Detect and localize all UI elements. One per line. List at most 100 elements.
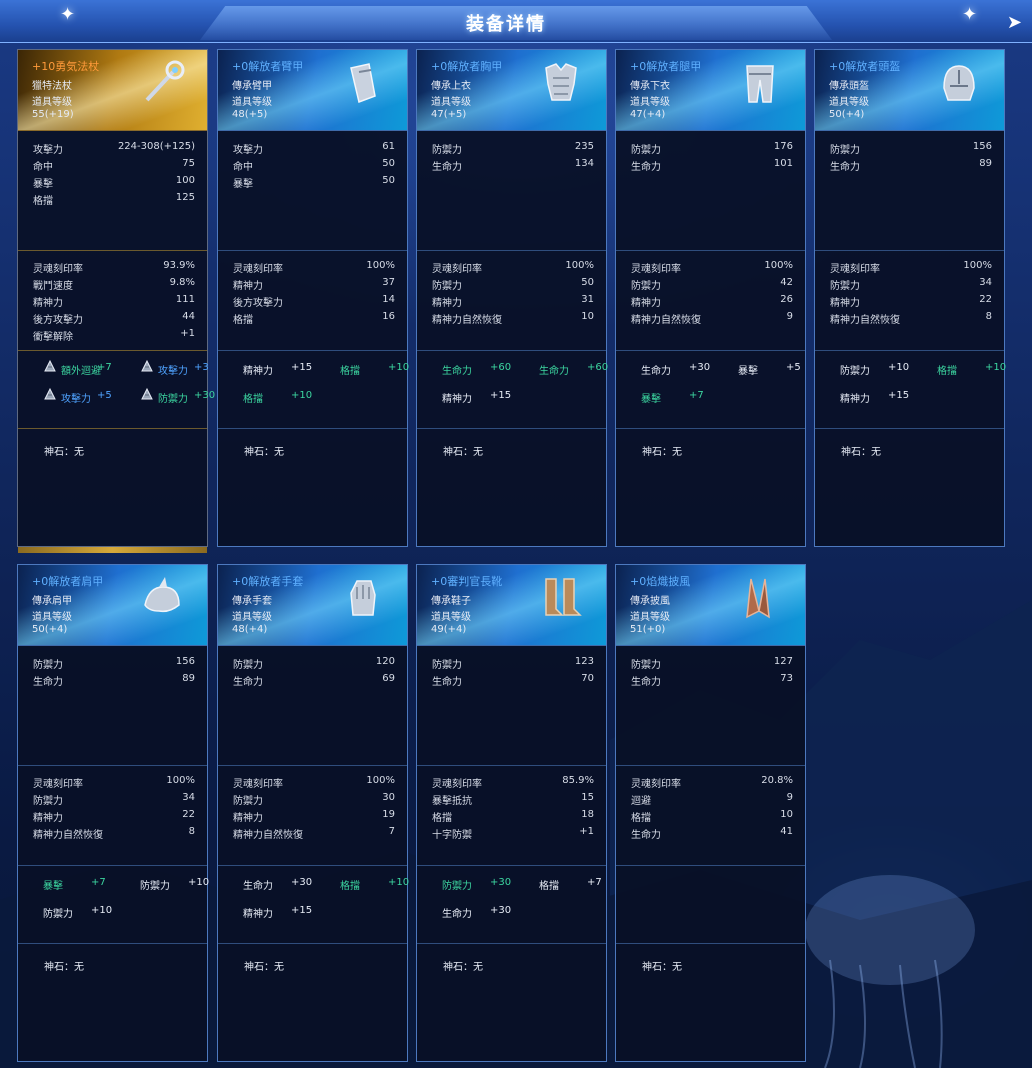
stat-value: 176 — [773, 141, 793, 152]
extra-stat-name: 格擋 — [340, 881, 360, 892]
stat-value: 34 — [979, 277, 992, 288]
base-stats: 攻擊力 224-308(+125) 命中 75 暴擊 100 格擋 125 — [18, 131, 207, 251]
stat-row: 生命力 89 — [815, 158, 1004, 175]
item-card[interactable]: +0解放者腿甲 傳承下衣 道具等级 47(+4) 防禦力 176 生命力 101 灵魂刻印率 10… — [615, 49, 806, 547]
leg-armor-icon — [737, 60, 783, 106]
soul-imprint-stats: 灵魂刻印率 100% 防禦力 50 精神力 31 精神力自然恢復 10 — [417, 251, 606, 351]
item-level: 50(+4) — [32, 624, 68, 635]
stat-value: 101 — [773, 158, 793, 169]
extra-stats: 暴擊 +7 防禦力 +10 防禦力 +10 — [18, 866, 210, 944]
item-card[interactable]: +10勇気法杖 獵特法杖 道具等级 55(+19) 攻擊力 224-308(+125) 命中… — [17, 49, 215, 553]
item-level: 51(+0) — [630, 624, 666, 635]
stat-value: 50 — [382, 158, 395, 169]
stat-value: 10 — [581, 311, 594, 322]
stat-name: 精神力自然恢復 — [631, 315, 701, 326]
item-card[interactable]: +0解放者肩甲 傳承肩甲 道具等级 50(+4) 防禦力 156 生命力 89 灵魂刻印率 100… — [17, 564, 210, 1062]
extra-stat-name: 精神力 — [243, 366, 273, 377]
extra-stat-bonus: +3 — [194, 362, 209, 373]
extra-stat-bonus: +15 — [291, 905, 313, 916]
extra-stat-name: 生命力 — [442, 366, 472, 377]
extra-stat-name: 格擋 — [937, 366, 957, 377]
item-name: +0焰熾披風 — [630, 575, 691, 588]
extra-stats: 精神力 +15 格擋 +10 格擋 +10 — [218, 351, 409, 429]
close-icon[interactable]: ➤ — [1007, 12, 1022, 33]
item-level-label: 道具等级 — [431, 97, 471, 108]
stat-value: 61 — [382, 141, 395, 152]
stat-row: 灵魂刻印率 100% — [218, 260, 407, 277]
extra-stat-bonus: +60 — [490, 362, 512, 373]
title-bar: ✦ ✦ 装备详情 ➤ — [0, 0, 1032, 43]
stat-row: 命中 50 — [218, 158, 407, 175]
item-type: 傳承肩甲 — [32, 596, 72, 607]
stat-row: 格擋 18 — [417, 809, 606, 826]
stat-value: 26 — [780, 294, 793, 305]
stat-value: +1 — [579, 826, 594, 837]
stat-row: 精神力 22 — [18, 809, 207, 826]
item-card[interactable]: +0審判官長靴 傳承鞋子 道具等级 49(+4) 防禦力 123 生命力 70 灵魂刻印率 85.… — [416, 564, 607, 1062]
stat-row: 格擋 16 — [218, 311, 407, 328]
god-stone-label: 神石：无 — [244, 962, 284, 973]
stat-name: 攻擊力 — [33, 145, 63, 156]
item-level-label: 道具等级 — [232, 612, 272, 623]
stat-name: 格擋 — [233, 315, 253, 326]
extra-stat-bonus: +10 — [888, 362, 910, 373]
soul-imprint-stats: 灵魂刻印率 100% 防禦力 34 精神力 22 精神力自然恢復 8 — [18, 766, 207, 866]
stat-value: 22 — [979, 294, 992, 305]
stat-value: 235 — [574, 141, 594, 152]
extra-stats — [616, 866, 805, 944]
god-stone-label: 神石：无 — [44, 962, 84, 973]
stat-row: 精神力自然恢復 9 — [616, 311, 805, 328]
extra-stats: 防禦力 +10 格擋 +10 精神力 +15 — [815, 351, 1006, 429]
stat-name: 防禦力 — [631, 281, 661, 292]
extra-stat-bonus: +60 — [587, 362, 609, 373]
stat-value: 31 — [581, 294, 594, 305]
stat-row: 攻擊力 61 — [218, 141, 407, 158]
god-stone-label: 神石：无 — [443, 962, 483, 973]
item-level: 55(+19) — [32, 109, 74, 120]
item-name: +0解放者胸甲 — [431, 60, 503, 73]
stat-name: 迴避 — [631, 796, 651, 807]
extra-stat-name: 格擋 — [539, 881, 559, 892]
item-level-label: 道具等级 — [630, 97, 670, 108]
item-card[interactable]: +0焰熾披風 傳承披風 道具等级 51(+0) 防禦力 127 生命力 73 灵魂刻印率 20.8… — [615, 564, 806, 1062]
extra-stat-name: 防禦力 — [840, 366, 870, 377]
stat-name: 精神力 — [631, 298, 661, 309]
stat-name: 格擋 — [33, 196, 53, 207]
extra-stat-bonus: +10 — [91, 905, 113, 916]
stat-value: 69 — [382, 673, 395, 684]
stat-name: 灵魂刻印率 — [33, 779, 83, 790]
god-stone-label: 神石：无 — [642, 962, 682, 973]
stat-value: 44 — [182, 311, 195, 322]
stat-row: 防禦力 156 — [18, 656, 207, 673]
stat-name: 命中 — [233, 162, 253, 173]
god-stone-section: 神石：无 — [616, 944, 805, 1064]
stat-row: 防禦力 235 — [417, 141, 606, 158]
stat-value: 100% — [565, 260, 594, 271]
extra-stat-name: 精神力 — [840, 394, 870, 405]
extra-stats: 防禦力 +30 格擋 +7 生命力 +30 — [417, 866, 606, 944]
item-header: +0解放者頭盔 傳承頭盔 道具等级 50(+4) — [815, 50, 1004, 131]
item-card[interactable]: +0解放者胸甲 傳承上衣 道具等级 47(+5) 防禦力 235 生命力 134 灵魂刻印率 10… — [416, 49, 609, 549]
stat-name: 後方攻擊力 — [233, 298, 283, 309]
god-stone-section: 神石：无 — [417, 429, 606, 549]
item-type: 獵特法杖 — [32, 81, 72, 92]
extra-stat-name: 額外迴避 — [61, 366, 101, 377]
item-card[interactable]: +0解放者手套 傳承手套 道具等级 48(+4) 防禦力 120 生命力 69 灵魂刻印率 100… — [217, 564, 409, 1062]
stat-value: 100% — [366, 775, 395, 786]
extra-stat-bonus: +7 — [97, 362, 112, 373]
extra-stat-bonus: +10 — [188, 877, 210, 888]
stat-value: 16 — [382, 311, 395, 322]
stat-name: 精神力自然恢復 — [830, 315, 900, 326]
stat-row: 防禦力 34 — [18, 792, 207, 809]
item-name: +0解放者臂甲 — [232, 60, 304, 73]
item-level: 47(+5) — [431, 109, 467, 120]
stat-row: 精神力自然恢復 10 — [417, 311, 606, 328]
item-card[interactable]: +0解放者頭盔 傳承頭盔 道具等级 50(+4) 防禦力 156 生命力 89 灵魂刻印率 100… — [814, 49, 1006, 549]
item-level: 50(+4) — [829, 109, 865, 120]
stat-value: 8 — [188, 826, 195, 837]
stat-name: 防禦力 — [33, 660, 63, 671]
item-card[interactable]: +0解放者臂甲 傳承臂甲 道具等级 48(+5) 攻擊力 61 命中 50 暴擊 50 灵魂刻印率 1… — [217, 49, 409, 547]
item-header: +0焰熾披風 傳承披風 道具等级 51(+0) — [616, 565, 805, 646]
soul-imprint-stats: 灵魂刻印率 100% 防禦力 42 精神力 26 精神力自然恢復 9 — [616, 251, 805, 351]
god-stone-section: 神石：无 — [815, 429, 1004, 549]
